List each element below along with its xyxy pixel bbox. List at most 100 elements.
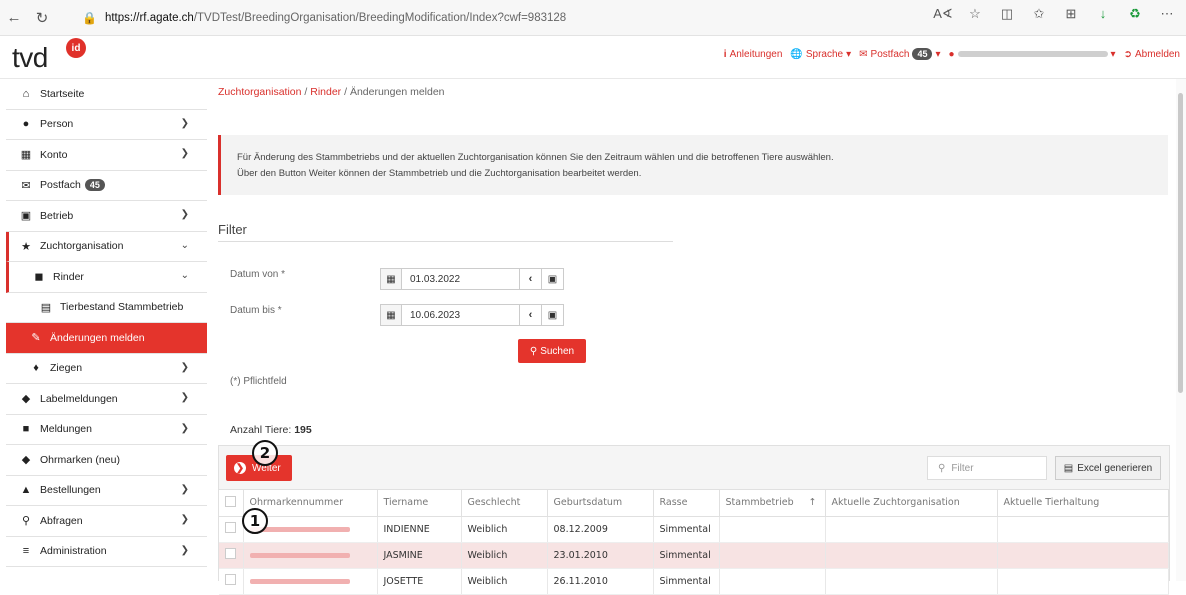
sprache-menu[interactable]: 🌐 Sprache ▾ <box>790 49 851 60</box>
file-icon: ▤ <box>1063 462 1074 474</box>
breadcrumb-zuchtorganisation[interactable]: Zuchtorganisation <box>218 86 301 98</box>
sidebar-item-startseite[interactable]: ⌂ Startseite <box>6 79 207 110</box>
url-host: https://rf.agate.ch <box>104 12 194 24</box>
page-scrollbar[interactable] <box>1176 79 1186 581</box>
collections-icon[interactable]: ⊞ <box>1060 6 1082 22</box>
sign-out-icon: ➲ <box>1123 48 1132 60</box>
breadcrumb-current: Änderungen melden <box>349 86 445 98</box>
ear-tag-redacted <box>243 542 378 569</box>
back-icon[interactable]: ← <box>0 4 28 32</box>
date-to-group: ▦ 10.06.2023 ‹ ▣ <box>380 304 564 326</box>
user-icon: ● <box>948 48 955 60</box>
column-geburtsdatum[interactable]: Geburtsdatum <box>547 490 654 517</box>
lock-icon: 🔒 <box>82 11 97 25</box>
chevron-left-icon[interactable]: ‹ <box>520 304 542 326</box>
search-button[interactable]: ⚲ Suchen <box>518 339 586 363</box>
favorites-icon[interactable]: ✩ <box>1028 6 1050 22</box>
main-content: Zuchtorganisation / Rinder / Änderungen … <box>218 79 1178 595</box>
table-row-selected[interactable]: JASMINE Weiblich 23.01.2010 Simmental <box>219 542 1169 569</box>
chevron-right-icon: ❯ <box>180 544 189 556</box>
sidebar-item-abfragen[interactable]: ⚲ Abfragen ❯ <box>6 506 207 537</box>
address-bar[interactable]: 🔒 https://rf.agate.ch/TVDTest/BreedingOr… <box>82 6 902 30</box>
sidebar-item-person[interactable]: ● Person ❯ <box>6 110 207 140</box>
sidebar-item-aenderungen-melden[interactable]: ✎ Änderungen melden <box>6 323 207 354</box>
column-rasse[interactable]: Rasse <box>653 490 720 517</box>
scrollbar-thumb[interactable] <box>1178 93 1183 393</box>
date-from-input[interactable]: 01.03.2022 <box>402 268 520 290</box>
bag-icon: ▲ <box>20 484 32 497</box>
extension-icon[interactable]: ♻ <box>1124 6 1146 22</box>
user-menu[interactable]: ● ▾ <box>949 49 1116 60</box>
row-checkbox[interactable] <box>225 548 236 559</box>
read-aloud-icon[interactable]: A∢ <box>932 6 954 22</box>
table-filter-input[interactable]: ⚲ Filter <box>927 456 1047 480</box>
column-geschlecht[interactable]: Geschlecht <box>461 490 548 517</box>
select-all-checkbox[interactable] <box>225 495 236 507</box>
search-icon: ⚲ <box>21 515 31 528</box>
row-checkbox[interactable] <box>225 522 236 533</box>
tvd-logo[interactable]: tvd <box>12 42 48 74</box>
sidebar-item-meldungen[interactable]: ■ Meldungen ❯ <box>6 415 207 445</box>
more-icon[interactable]: ⋯ <box>1156 6 1178 22</box>
sidebar: ⌂ Startseite ● Person ❯ ▦ Konto ❯ ✉ Postfach 45… <box>6 79 207 581</box>
excel-generate-button[interactable]: ▤ Excel generieren <box>1055 456 1161 480</box>
reload-icon[interactable]: ↻ <box>28 4 56 32</box>
star-icon: ★ <box>21 240 31 253</box>
sidebar-item-postfach[interactable]: ✉ Postfach 45 <box>6 171 207 201</box>
list-icon: ▤ <box>40 301 52 314</box>
postfach-menu[interactable]: ✉ Postfach 45 ▾ <box>859 48 941 60</box>
calendar-today-icon[interactable]: ▣ <box>542 304 564 326</box>
chevron-down-icon: ⌄ <box>180 239 189 251</box>
info-line-1: Für Änderung des Stammbetriebs und der a… <box>237 152 834 163</box>
sidebar-item-konto[interactable]: ▦ Konto ❯ <box>6 140 207 171</box>
chevron-left-icon[interactable]: ‹ <box>520 268 542 290</box>
table-row[interactable]: JOSETTE Weiblich 26.11.2010 Simmental <box>219 568 1169 595</box>
column-stammbetrieb[interactable]: Stammbetrieb ↑ <box>719 490 826 517</box>
sidebar-item-rinder[interactable]: ◼ Rinder ⌄ <box>6 262 207 293</box>
animal-count-value: 195 <box>294 424 312 436</box>
browser-icons: A∢ ☆ ◫ ✩ ⊞ ↓ ♻ ⋯ <box>932 6 1178 22</box>
sidebar-item-tierbestand-stammbetrieb[interactable]: ▤ Tierbestand Stammbetrieb <box>6 293 207 323</box>
sidebar-item-zuchtorganisation[interactable]: ★ Zuchtorganisation ⌄ <box>6 231 207 262</box>
select-all-checkbox-cell[interactable] <box>219 490 244 517</box>
date-to-label: Datum bis * <box>230 305 282 316</box>
anleitungen-link[interactable]: i Anleitungen <box>724 49 783 60</box>
split-screen-icon[interactable]: ◫ <box>996 6 1018 22</box>
sidebar-item-ziegen[interactable]: ♦ Ziegen ❯ <box>6 354 207 384</box>
abmelden-link[interactable]: ➲ Abmelden <box>1124 49 1180 60</box>
column-tiername[interactable]: Tiername <box>377 490 462 517</box>
download-icon[interactable]: ↓ <box>1092 6 1114 22</box>
column-aktuelle-tierhaltung[interactable]: Aktuelle Tierhaltung <box>997 490 1169 517</box>
annotation-marker-1: 1 <box>242 508 268 534</box>
sidebar-item-bestellungen[interactable]: ▲ Bestellungen ❯ <box>6 476 207 506</box>
row-checkbox[interactable] <box>225 574 236 585</box>
calendar-icon[interactable]: ▦ <box>380 268 402 290</box>
breadcrumb-rinder[interactable]: Rinder <box>310 86 341 98</box>
date-from-label: Datum von * <box>230 269 286 280</box>
postfach-count-badge: 45 <box>912 48 933 60</box>
sidebar-item-betrieb[interactable]: ▣ Betrieb ❯ <box>6 201 207 232</box>
date-to-input[interactable]: 10.06.2023 <box>402 304 520 326</box>
card-icon: ▦ <box>20 149 32 162</box>
globe-icon: 🌐 <box>790 48 803 60</box>
chevron-right-icon: ❯ <box>180 361 189 373</box>
column-aktuelle-zuchtorganisation[interactable]: Aktuelle Zuchtorganisation <box>825 490 998 517</box>
table-toolbar: ❯ Weiter ⚲ Filter ▤ Excel generieren <box>219 446 1169 490</box>
sidebar-item-administration[interactable]: ≡ Administration ❯ <box>6 537 207 567</box>
home-icon: ⌂ <box>22 87 30 100</box>
search-icon: ⚲ <box>529 345 538 357</box>
chevron-right-icon: ❯ <box>180 392 189 403</box>
chevron-right-icon: ❯ <box>180 209 189 220</box>
sidebar-item-labelmeldungen[interactable]: ◆ Labelmeldungen ❯ <box>6 384 207 415</box>
sidebar-item-ohrmarken[interactable]: ◆ Ohrmarken (neu) <box>6 445 207 476</box>
ear-tag-redacted <box>243 568 378 595</box>
chevron-right-icon: ❯ <box>180 483 189 495</box>
goat-icon: ♦ <box>33 362 39 375</box>
calendar-today-icon[interactable]: ▣ <box>542 268 564 290</box>
calendar-icon[interactable]: ▦ <box>380 304 402 326</box>
chevron-right-icon: ❯ <box>180 117 189 129</box>
caret-down-icon: ▾ <box>935 48 941 60</box>
table-row[interactable]: INDIENNE Weiblich 08.12.2009 Simmental <box>219 516 1169 543</box>
favorite-star-icon[interactable]: ☆ <box>964 6 986 22</box>
postfach-count-badge: 45 <box>84 179 105 192</box>
